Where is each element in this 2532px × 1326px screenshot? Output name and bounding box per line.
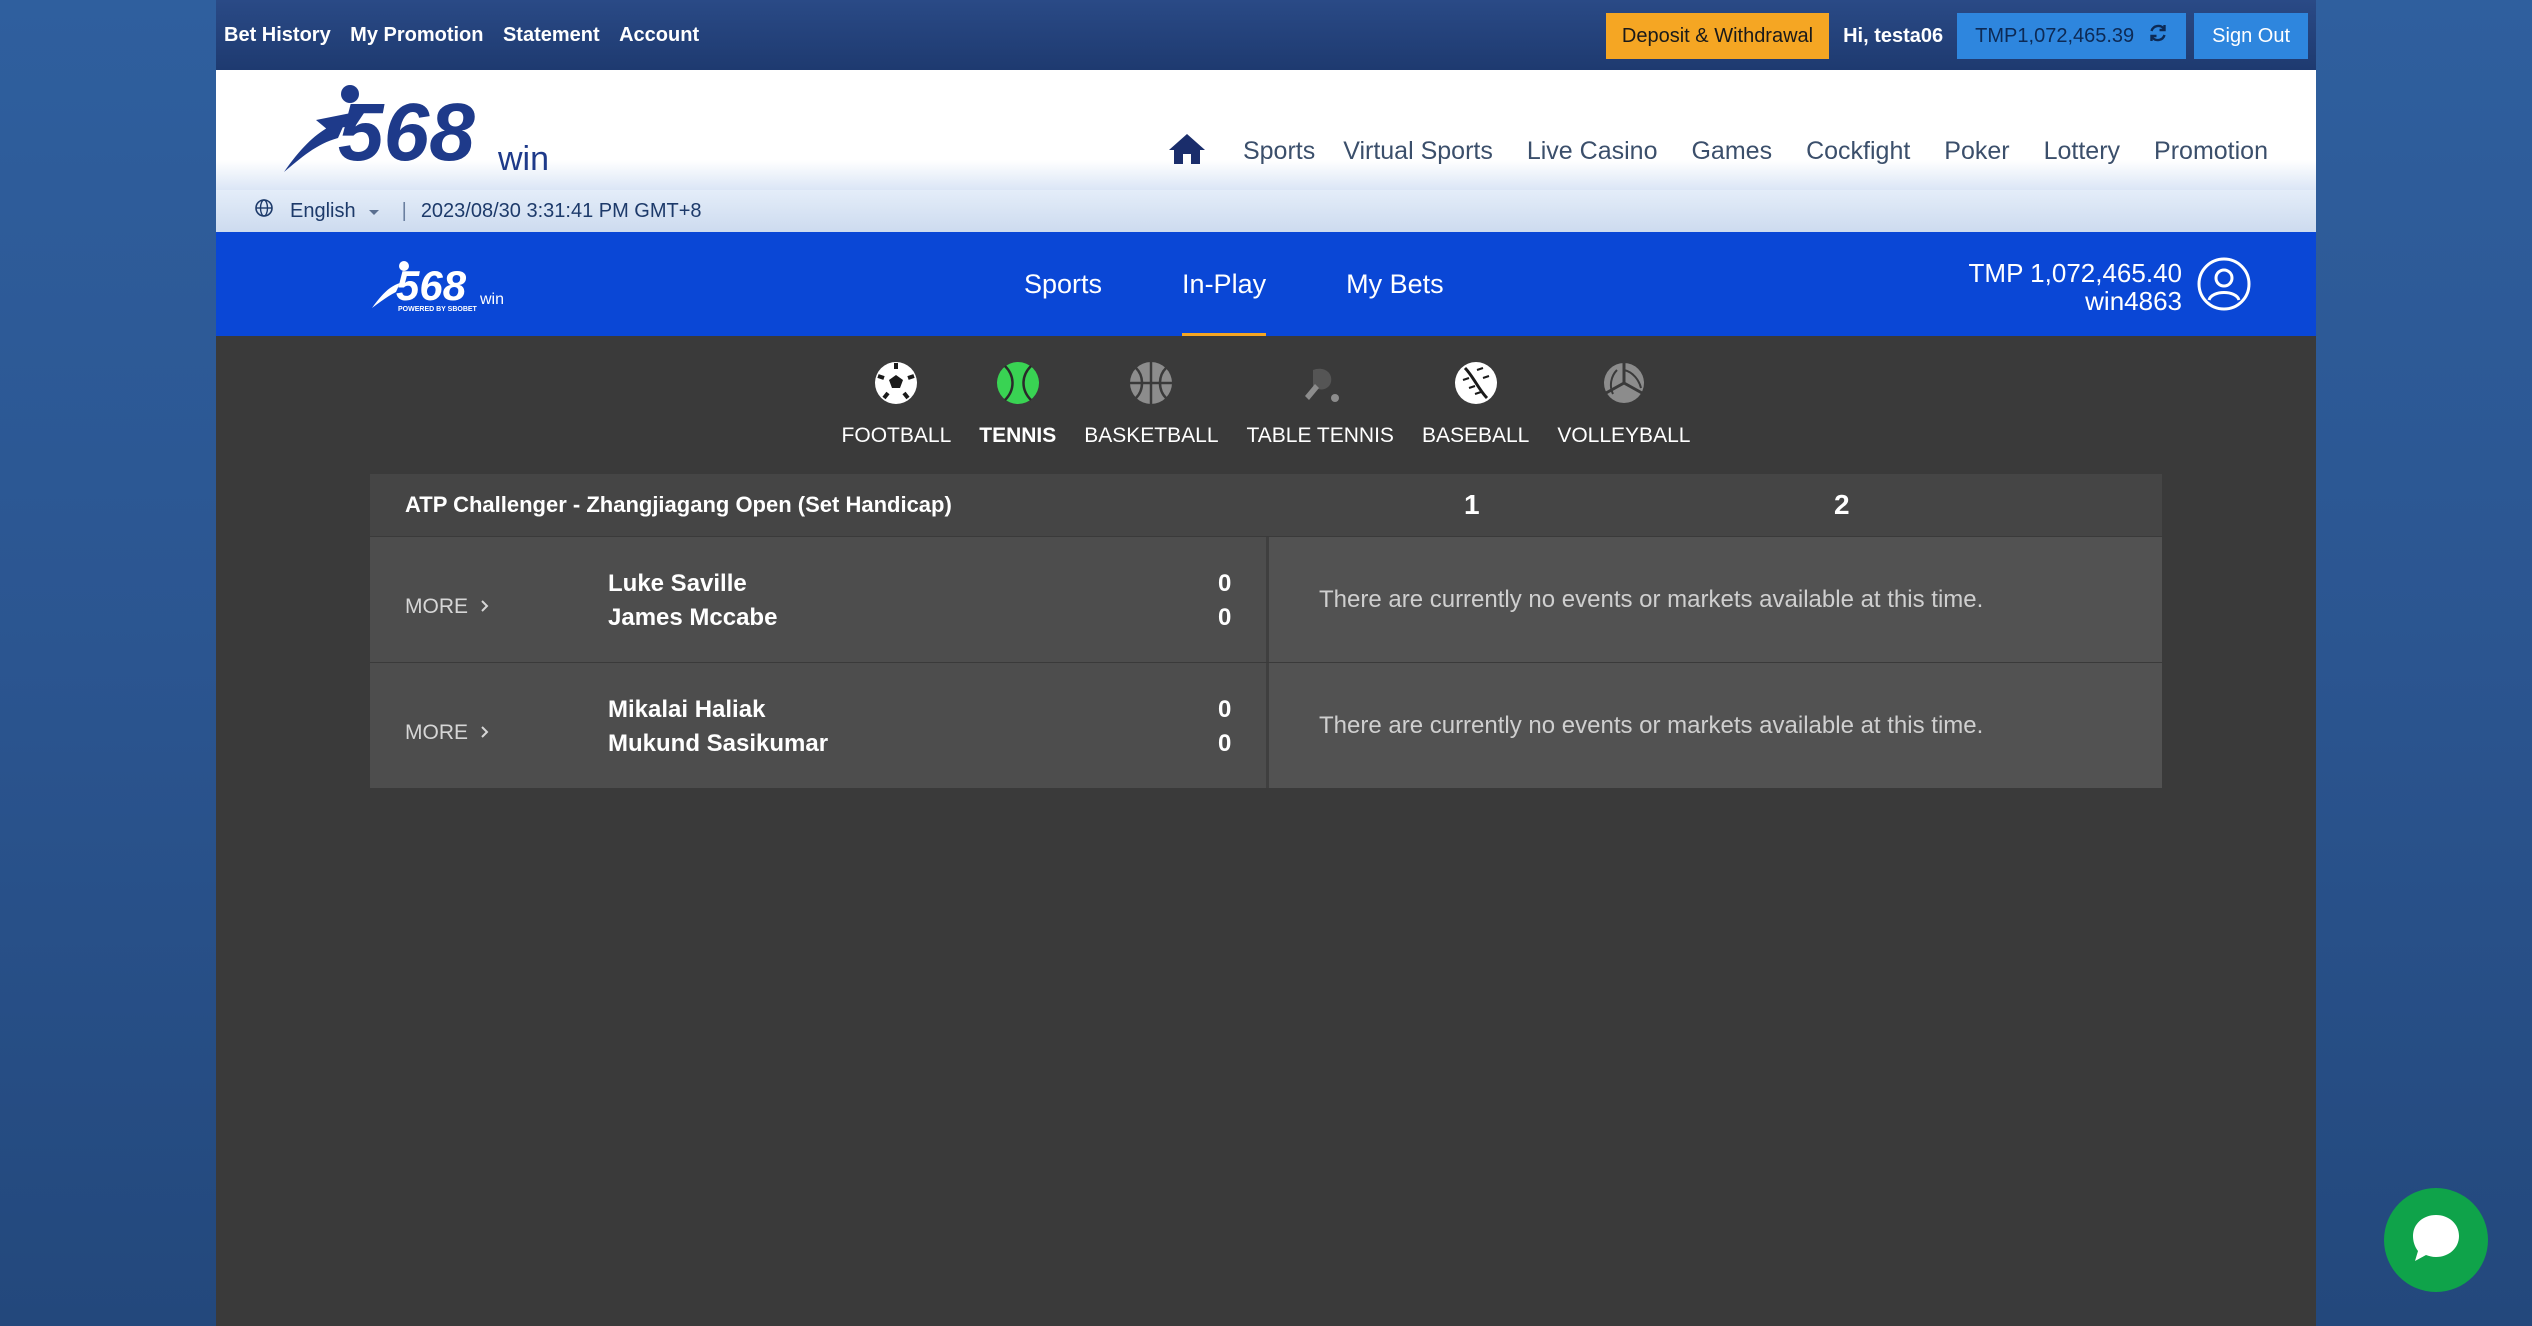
home-score: 0 — [1218, 696, 1232, 723]
language-time-bar: English | 2023/08/30 3:31:41 PM GMT+8 — [216, 190, 2316, 232]
sport-football[interactable]: FOOTBALL — [841, 360, 952, 472]
nav-sports[interactable]: Sports — [1243, 137, 1315, 166]
more-label: MORE — [405, 721, 468, 744]
nav-promotion[interactable]: Promotion — [2154, 137, 2268, 166]
chat-bubble-icon — [2409, 1211, 2463, 1270]
tab-my-bets[interactable]: My Bets — [1306, 232, 1484, 336]
league-header: ATP Challenger - Zhangjiagang Open (Set … — [370, 474, 2162, 536]
main-header: 568 win Sports Virtual Sports Live Casin… — [216, 70, 2316, 190]
nav-cockfight[interactable]: Cockfight — [1806, 137, 1910, 166]
main-nav: Sports Virtual Sports Live Casino Games … — [1167, 132, 2268, 171]
sportsbook-header: 568 win POWERED BY SBOBET Sports In-Play… — [216, 232, 2316, 336]
greeting: Hi, testa06 — [1843, 24, 1944, 47]
page-frame: Bet History My Promotion Statement Accou… — [216, 0, 2316, 1326]
scores: 0 0 — [1218, 567, 1231, 635]
site-logo[interactable]: 568 win — [276, 80, 566, 185]
refresh-icon[interactable] — [2148, 23, 2168, 49]
deposit-withdrawal-button[interactable]: Deposit & Withdrawal — [1605, 13, 1830, 59]
tab-sports[interactable]: Sports — [984, 232, 1142, 336]
chevron-right-icon — [474, 721, 490, 744]
league-name: ATP Challenger - Zhangjiagang Open (Set … — [405, 492, 952, 517]
svg-text:win: win — [479, 291, 504, 308]
sportsbook-balance: TMP 1,072,465.40 — [1968, 257, 2182, 288]
event-row: MORE Luke Saville James Mccabe 0 0 There… — [370, 536, 2162, 662]
baseball-icon — [1453, 360, 1499, 424]
globe-icon — [254, 198, 274, 224]
column-header-1: 1 — [1464, 489, 1480, 520]
divider: | — [401, 199, 407, 222]
nav-lottery[interactable]: Lottery — [2044, 137, 2120, 166]
football-icon — [873, 360, 919, 424]
away-score: 0 — [1218, 730, 1232, 757]
sport-baseball[interactable]: BASEBALL — [1422, 360, 1529, 472]
more-link[interactable]: MORE — [405, 721, 490, 745]
home-team: Luke Saville — [608, 570, 747, 597]
sport-volleyball[interactable]: VOLLEYBALL — [1557, 360, 1690, 472]
svg-text:568: 568 — [396, 262, 467, 309]
more-link[interactable]: MORE — [405, 595, 490, 619]
home-icon[interactable] — [1167, 132, 1207, 171]
scores: 0 0 — [1218, 693, 1231, 761]
sign-out-button[interactable]: Sign Out — [2194, 13, 2308, 59]
svg-text:win: win — [497, 140, 549, 178]
sport-label: FOOTBALL — [841, 424, 952, 447]
nav-games[interactable]: Games — [1691, 137, 1772, 166]
sportsbook-account[interactable]: TMP 1,072,465.40 win4863 — [1969, 256, 2252, 317]
sport-label: VOLLEYBALL — [1557, 424, 1691, 447]
sport-label: BASEBALL — [1421, 424, 1530, 447]
sportsbook-logo[interactable]: 568 win POWERED BY SBOBET — [370, 258, 510, 319]
top-links: Bet History My Promotion Statement Accou… — [224, 24, 714, 47]
tab-in-play[interactable]: In-Play — [1142, 232, 1306, 336]
home-score: 0 — [1218, 570, 1232, 597]
event-row: MORE Mikalai Haliak Mukund Sasikumar 0 0… — [370, 662, 2162, 788]
language-label: English — [290, 199, 356, 222]
top-right-actions: Deposit & Withdrawal Hi, testa06 TMP1,07… — [1605, 13, 2308, 59]
balance-value: TMP1,072,465.39 — [1975, 24, 2135, 47]
balance-box[interactable]: TMP1,072,465.39 — [1957, 13, 2187, 59]
bet-history-link[interactable]: Bet History — [224, 24, 331, 46]
no-markets-message: There are currently no events or markets… — [1266, 537, 2162, 662]
sport-label: TENNIS — [979, 424, 1057, 447]
team-names: Mikalai Haliak Mukund Sasikumar — [608, 693, 828, 761]
account-link[interactable]: Account — [619, 24, 699, 46]
away-team: James Mccabe — [608, 604, 778, 631]
my-promotion-link[interactable]: My Promotion — [350, 24, 483, 46]
svg-text:POWERED BY SBOBET: POWERED BY SBOBET — [398, 306, 478, 313]
top-account-bar: Bet History My Promotion Statement Accou… — [216, 0, 2316, 70]
statement-link[interactable]: Statement — [503, 24, 600, 46]
tennis-icon — [995, 360, 1041, 424]
sport-selector: FOOTBALL TENNIS BASKETBALL TABLE TENNIS … — [216, 360, 2316, 472]
live-chat-button[interactable] — [2384, 1188, 2488, 1292]
sport-tennis[interactable]: TENNIS — [979, 360, 1056, 472]
event-info: MORE Mikalai Haliak Mukund Sasikumar 0 0 — [370, 663, 1266, 788]
sport-label: BASKETBALL — [1084, 424, 1219, 447]
more-label: MORE — [405, 595, 468, 618]
sport-table-tennis[interactable]: TABLE TENNIS — [1247, 360, 1394, 472]
basketball-icon — [1128, 360, 1174, 424]
team-names: Luke Saville James Mccabe — [608, 567, 777, 635]
away-team: Mukund Sasikumar — [608, 730, 829, 757]
sportsbook-username: win4863 — [2085, 285, 2182, 316]
home-team: Mikalai Haliak — [608, 696, 766, 723]
events-table: ATP Challenger - Zhangjiagang Open (Set … — [370, 474, 2162, 788]
language-select[interactable]: English — [290, 200, 380, 223]
sportsbook-tabs: Sports In-Play My Bets — [984, 232, 1484, 336]
volleyball-icon — [1601, 360, 1647, 424]
svg-text:568: 568 — [338, 87, 475, 178]
nav-poker[interactable]: Poker — [1944, 137, 2009, 166]
event-info: MORE Luke Saville James Mccabe 0 0 — [370, 537, 1266, 662]
sport-label: TABLE TENNIS — [1246, 424, 1394, 447]
away-score: 0 — [1218, 604, 1232, 631]
sport-basketball[interactable]: BASKETBALL — [1084, 360, 1219, 472]
column-header-2: 2 — [1834, 489, 1850, 520]
sportsbook-account-info: TMP 1,072,465.40 win4863 — [1969, 259, 2182, 315]
chevron-right-icon — [474, 595, 490, 618]
nav-live-casino[interactable]: Live Casino — [1527, 137, 1658, 166]
table-tennis-icon — [1297, 360, 1343, 424]
chevron-down-icon — [368, 200, 380, 223]
no-markets-message: There are currently no events or markets… — [1266, 663, 2162, 788]
user-avatar-icon[interactable] — [2196, 256, 2252, 317]
current-datetime: 2023/08/30 3:31:41 PM GMT+8 — [420, 199, 702, 222]
nav-virtual-sports[interactable]: Virtual Sports — [1343, 137, 1493, 166]
